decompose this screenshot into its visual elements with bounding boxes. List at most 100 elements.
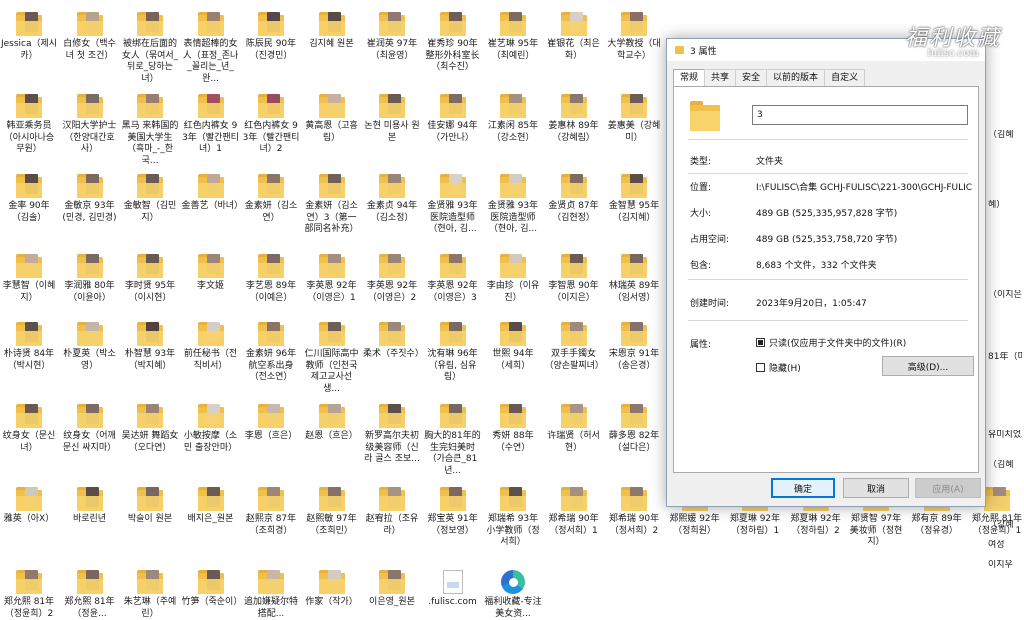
desktop-folder[interactable]: 赵宥拉（조유라）: [363, 487, 421, 537]
desktop-folder[interactable]: 朴诗贤 84年（박시현）: [0, 322, 58, 372]
desktop-folder[interactable]: 李由珍（이유진）: [484, 254, 542, 304]
desktop-folder[interactable]: 金素妍 96年 航空系出身（전소연）: [242, 322, 300, 384]
desktop-folder[interactable]: 追加嫌疑尔特搭配...: [242, 570, 300, 620]
desktop-folder[interactable]: 朴夏英（박소영）: [61, 322, 119, 372]
desktop-folder[interactable]: 李英恩 92年（이영은）3: [424, 254, 482, 304]
desktop-folder[interactable]: 朴智慧 93年（박지혜）: [121, 322, 179, 372]
desktop-folder[interactable]: Jessica（제시카）: [0, 12, 58, 62]
desktop-folder[interactable]: 李英恩 92年（이영은）2: [363, 254, 421, 304]
desktop-folder[interactable]: 金贤雅 93年 医院造型师（현아, 김...: [424, 174, 482, 236]
desktop-folder[interactable]: 大学教授（대학교수）: [605, 12, 663, 62]
desktop-folder[interactable]: 薛多恩 82年（설다은）: [605, 404, 663, 454]
desktop-folder[interactable]: 李时贤 95年（이시현）: [121, 254, 179, 304]
readonly-checkbox[interactable]: 只读(仅应用于文件夹中的文件)(R): [756, 336, 906, 349]
desktop-folder[interactable]: 纹身女（어깨문신 싸지마）: [61, 404, 119, 454]
desktop-folder[interactable]: 金敏智（김민지）: [121, 174, 179, 224]
desktop-folder[interactable]: 박슬이 원본: [121, 487, 179, 526]
desktop-folder[interactable]: 陈辰民 90年（진경민）: [242, 12, 300, 62]
desktop-folder[interactable]: 秀妍 88年（수연）: [484, 404, 542, 454]
desktop-folder[interactable]: 김지혜 원본: [303, 12, 361, 51]
desktop-folder[interactable]: 红色内裤女 93年（빨간팬티녀）1: [182, 94, 240, 156]
desktop-folder[interactable]: 李艺恩 89年（이예은）: [242, 254, 300, 304]
desktop-folder[interactable]: 世熙 94年（세희）: [484, 322, 542, 372]
desktop-folder[interactable]: 胸大的81年的生完妇美时（가슴큰_81년...: [424, 404, 482, 477]
item-label: 韩亚乘务员（아시아나승무원）: [3, 121, 55, 154]
desktop-folder[interactable]: 作家（작가）: [303, 570, 361, 609]
desktop-folder[interactable]: 白修女（백수녀 첫 조건）: [61, 12, 119, 62]
desktop-folder[interactable]: 吴达妍 舞蹈女（오다연）: [121, 404, 179, 454]
desktop-folder[interactable]: 崔艺琳 95年（최예린）: [484, 12, 542, 62]
desktop-folder[interactable]: 林瑞英 89年（임서영）: [605, 254, 663, 304]
desktop-folder[interactable]: 沈有琳 96年（유림, 심유림）: [424, 322, 482, 384]
checkbox-indeterminate[interactable]: [756, 338, 765, 347]
desktop-folder[interactable]: 表情超棒的女人（표정_존나_꼴리는_년_완...: [182, 12, 240, 85]
desktop-folder[interactable]: 金贤贞 87年（김현정）: [545, 174, 603, 224]
desktop-folder[interactable]: 崔银花（최은화）: [545, 12, 603, 62]
desktop-folder[interactable]: 姜惠林 89年（강혜림）: [545, 94, 603, 144]
desktop-folder[interactable]: 金素妍（김소연）3（第一部同名补充）: [303, 174, 361, 236]
desktop-folder[interactable]: 李英恩 92年（이영은）1: [303, 254, 361, 304]
desktop-folder[interactable]: 佳安娜 94年（가안나）: [424, 94, 482, 144]
desktop-folder[interactable]: 郑瑞希 93年 小学教师（정서희）: [484, 487, 542, 549]
checkbox-empty[interactable]: [756, 363, 765, 372]
desktop-folder[interactable]: 赵熙京 87年（조희경）: [242, 487, 300, 537]
desktop-folder[interactable]: 郑希瑞 90年（정서희）1: [545, 487, 603, 537]
desktop-folder[interactable]: 纹身女（문신녀）: [0, 404, 58, 454]
desktop-folder[interactable]: 郑宝英 91年（정보영）: [424, 487, 482, 537]
cancel-button[interactable]: 取消: [843, 478, 909, 498]
desktop-folder[interactable]: 이은영_원본: [363, 570, 421, 609]
desktop-folder[interactable]: 姜惠美（강혜미）: [605, 94, 663, 144]
desktop-folder[interactable]: 宋恩京 91年（송은경）: [605, 322, 663, 372]
desktop-folder[interactable]: 小敏按摩（소민 출장안마）: [182, 404, 240, 454]
desktop-folder[interactable]: 李文姬: [182, 254, 240, 293]
desktop-folder[interactable]: 汉阳大学护士（한양대간호사）: [61, 94, 119, 156]
desktop-folder[interactable]: 雅英（아X）: [0, 487, 58, 526]
desktop-folder[interactable]: 郑希瑞 90年（정서희）2: [605, 487, 663, 537]
desktop-folder[interactable]: 金素妍（김소연）: [242, 174, 300, 224]
desktop-folder[interactable]: 崔秀珍 90年 整形外科室长（최수진）: [424, 12, 482, 74]
desktop-folder[interactable]: 李慧智（이혜지）: [0, 254, 58, 304]
desktop-file[interactable]: .fulisc.com: [424, 570, 482, 609]
advanced-button[interactable]: 高级(D)...: [882, 356, 974, 376]
desktop-folder[interactable]: 许瑞贤（허서현）: [545, 404, 603, 454]
desktop-folder[interactable]: 金素贞 94年（김소정）: [363, 174, 421, 224]
desktop-folder[interactable]: 朱艺琳（주예린）: [121, 570, 179, 620]
desktop-folder[interactable]: 韩亚乘务员（아시아나승무원）: [0, 94, 58, 156]
desktop-folder[interactable]: 竹笋（죽순이）: [182, 570, 242, 609]
desktop-folder[interactable]: 江素闲 85年（강소현）: [484, 94, 542, 144]
desktop-folder[interactable]: 金智慧 95年（김지혜）: [605, 174, 663, 224]
desktop-folder[interactable]: 柔术（주짓수）: [363, 322, 424, 361]
desktop-folder[interactable]: 崔润英 97年（최윤영）: [363, 12, 421, 62]
desktop-folder[interactable]: 赵熙敏 97年（조희민）: [303, 487, 361, 537]
desktop-folder[interactable]: 李智恩 90年（이지은）: [545, 254, 603, 304]
tab-sharing[interactable]: 共享: [704, 69, 737, 87]
tab-previous-versions[interactable]: 以前的版本: [766, 69, 826, 87]
desktop-folder[interactable]: 双手手镯女（양손팔찌녀）: [545, 322, 604, 372]
ok-button[interactable]: 确定: [771, 478, 835, 498]
apply-button[interactable]: 应用(A): [915, 478, 981, 498]
desktop-folder[interactable]: 金善艺（바녀）: [182, 174, 243, 213]
desktop-folder[interactable]: 金率 90年（김솔）: [0, 174, 58, 224]
desktop-folder[interactable]: 赵恩（흐은）: [303, 404, 361, 443]
desktop-shortcut[interactable]: 福利收藏-专注美女资...: [484, 570, 542, 620]
desktop-folder[interactable]: 红色内裤女 93年（빨간팬티녀）2: [242, 94, 300, 156]
desktop-folder[interactable]: 金贤雅 93年 医院造型师（현아, 김...: [484, 174, 542, 236]
desktop-folder[interactable]: 仁川国际高中教师（인천국제고교사선생...: [303, 322, 361, 395]
desktop-folder[interactable]: 被绑在后面的女人（묶여서_뒤로_당하는녀）: [121, 12, 179, 85]
tab-customize[interactable]: 自定义: [824, 69, 866, 87]
desktop-folder[interactable]: 前任秘书（전직비서）: [182, 322, 240, 372]
desktop-folder[interactable]: 新罗高尔夫初级美容师（신라 골스 조보...: [363, 404, 421, 466]
desktop-folder[interactable]: 논현 미용사 원본: [363, 94, 421, 144]
desktop-folder[interactable]: 바로린년: [61, 487, 119, 526]
desktop-folder[interactable]: 郑允熙 81年（정윤...: [61, 570, 119, 620]
desktop-folder[interactable]: 李润雅 80年（이윤아）: [61, 254, 119, 304]
hidden-checkbox[interactable]: 隐藏(H): [756, 361, 801, 374]
desktop-folder[interactable]: 金敏京 93年(민경, 김민경): [61, 174, 119, 224]
desktop-folder[interactable]: 黑马 来韩国的美国大学生（흑마_-_한국...: [121, 94, 179, 167]
desktop-folder[interactable]: 배지은_원본: [182, 487, 240, 526]
desktop-folder[interactable]: 郑允熙 81年（정윤희）2: [0, 570, 58, 620]
desktop-folder[interactable]: 黄高恩（고흥림）: [303, 94, 361, 144]
folder-name-input[interactable]: 3: [752, 105, 968, 125]
tab-security[interactable]: 安全: [735, 69, 768, 87]
desktop-folder[interactable]: 李恩（흐은）: [242, 404, 300, 443]
